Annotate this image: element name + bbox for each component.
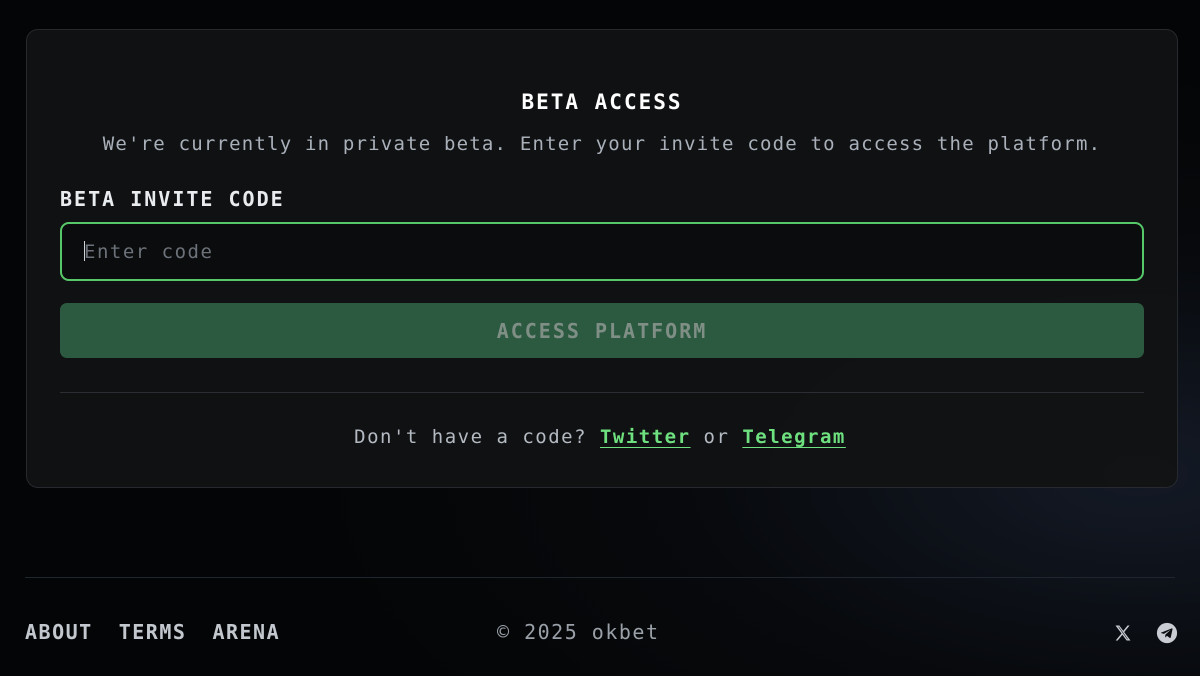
card-description: We're currently in private beta. Enter y…: [102, 133, 1102, 155]
telegram-link[interactable]: Telegram: [742, 426, 846, 448]
twitter-link[interactable]: Twitter: [600, 426, 691, 448]
footer-divider: [25, 577, 1175, 578]
footer-link-terms[interactable]: TERMS: [119, 620, 187, 644]
footer-link-arena[interactable]: ARENA: [212, 620, 280, 644]
footer-nav: ABOUT TERMS ARENA: [25, 620, 280, 644]
telegram-icon[interactable]: [1156, 622, 1178, 644]
invite-code-label: BETA INVITE CODE: [60, 187, 285, 211]
invite-code-input[interactable]: [60, 222, 1144, 281]
access-platform-button[interactable]: ACCESS PLATFORM: [60, 303, 1144, 358]
card-divider: [60, 392, 1144, 393]
or-text: or: [703, 426, 730, 448]
no-code-prefix: Don't have a code?: [354, 426, 588, 448]
card-title: BETA ACCESS: [521, 90, 683, 114]
copyright-text: © 2025 okbet: [497, 620, 660, 644]
text-caret: [84, 241, 85, 261]
x-icon[interactable]: [1112, 622, 1134, 644]
footer-link-about[interactable]: ABOUT: [25, 620, 93, 644]
no-code-line: Don't have a code? Twitter or Telegram: [0, 426, 1200, 448]
